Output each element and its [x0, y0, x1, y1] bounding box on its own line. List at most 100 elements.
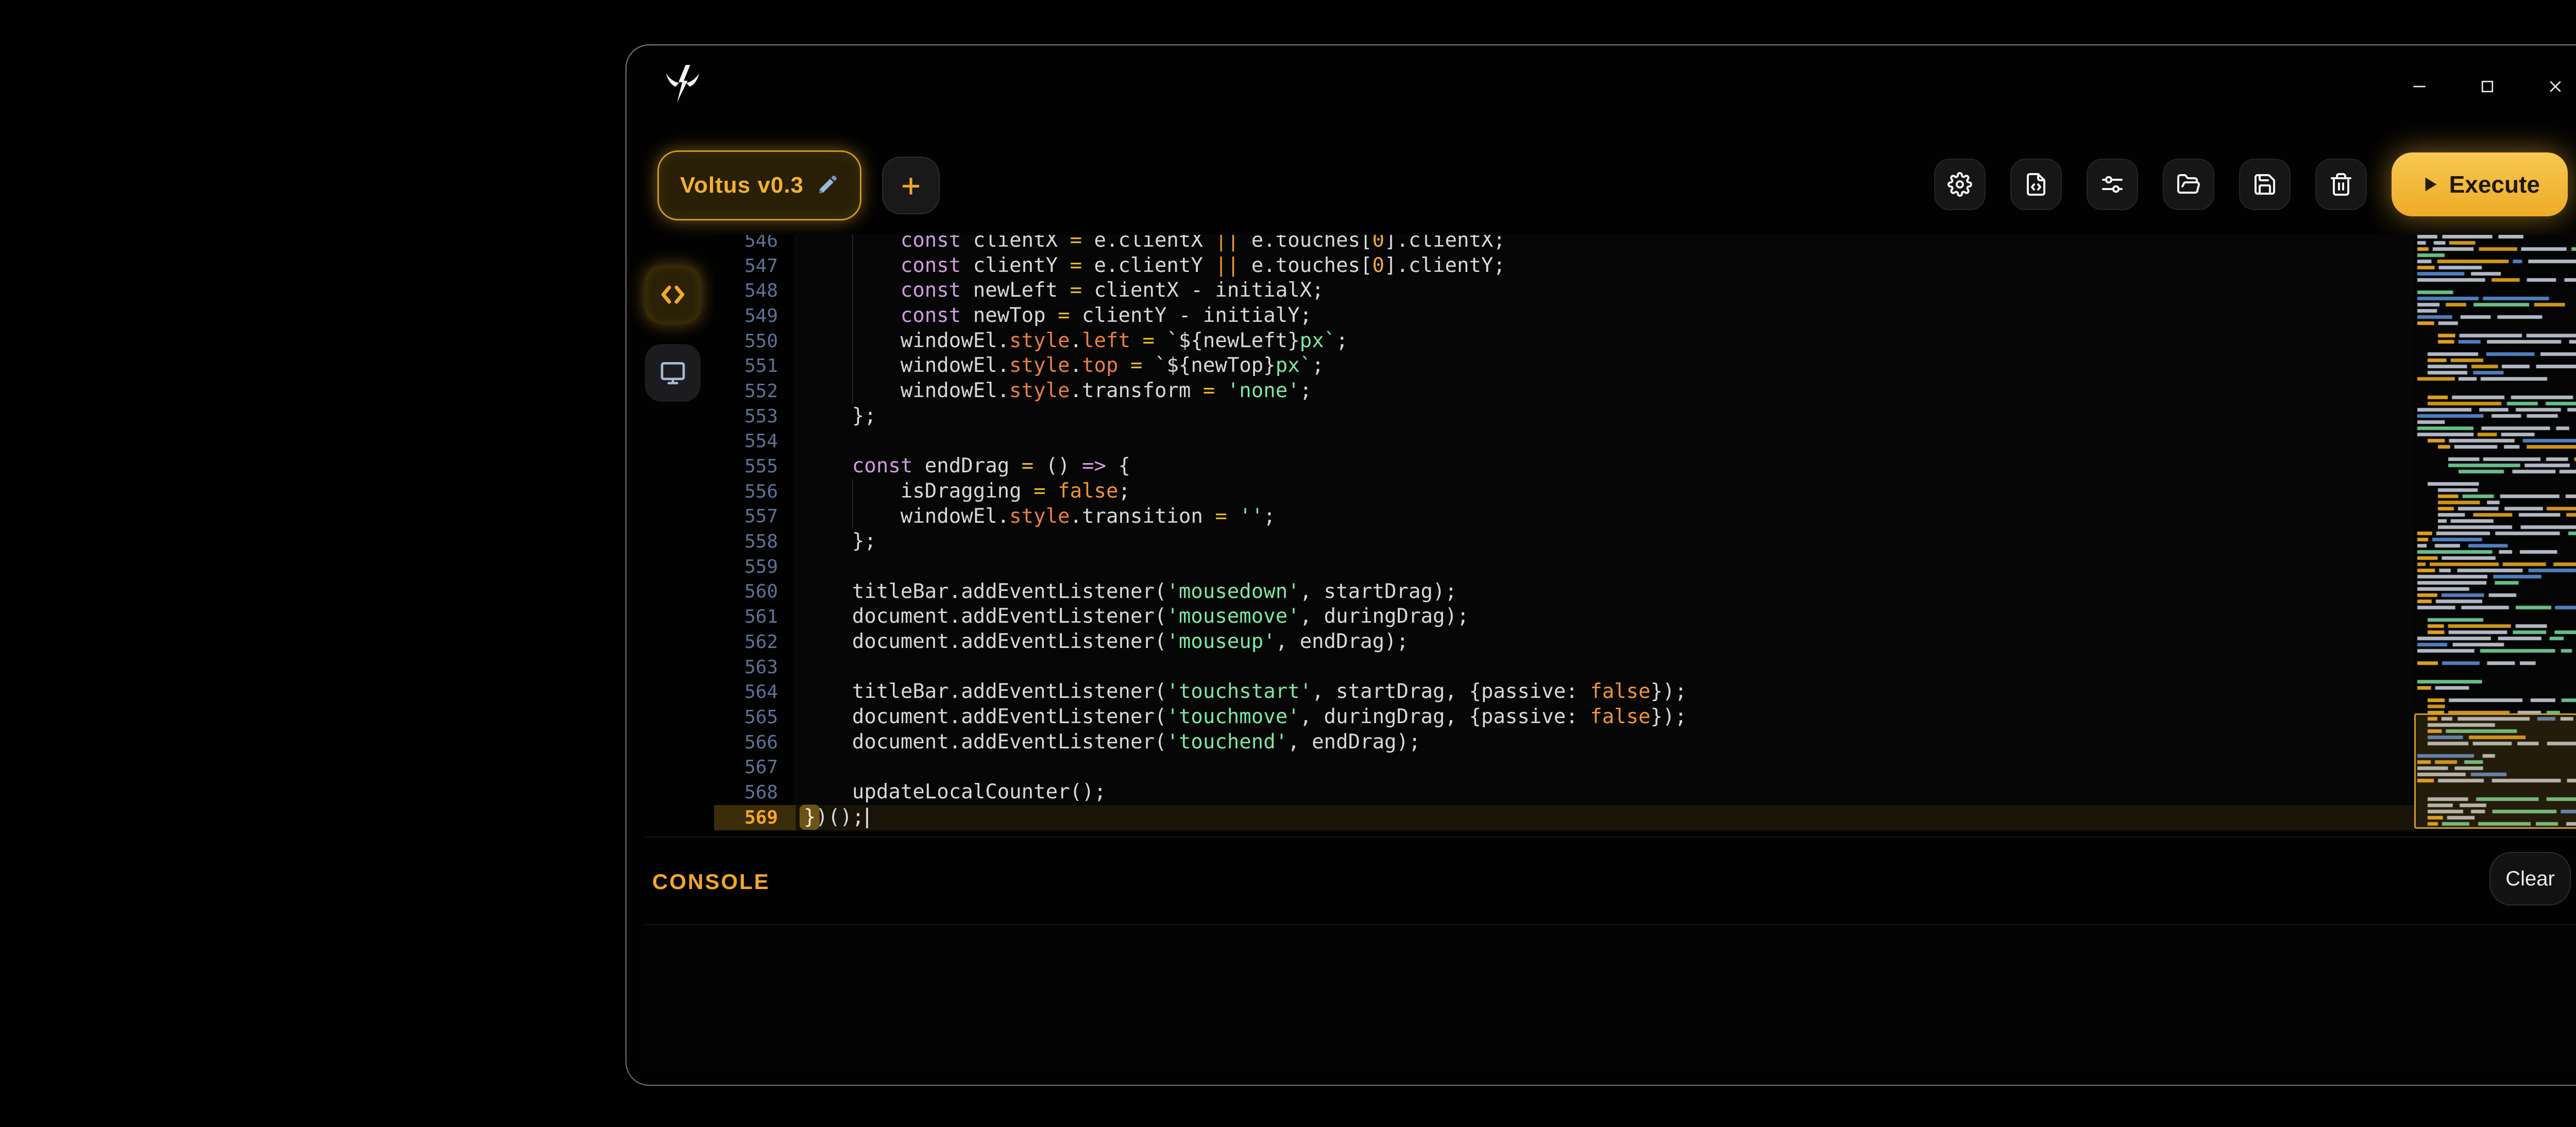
indent-guide: [852, 353, 853, 379]
new-tab-button[interactable]: +: [882, 157, 940, 214]
code-line-text: };: [795, 529, 876, 554]
sidebar-item-preview[interactable]: [645, 344, 701, 402]
line-number: 551: [714, 353, 795, 379]
indent-guide: [852, 379, 853, 404]
toolbar-actions: Execute: [1934, 152, 2568, 216]
code-line-text: document.addEventListener('touchmove', d…: [795, 705, 1687, 730]
tab-label: Voltus v0.3: [680, 173, 804, 198]
line-number: 552: [714, 379, 795, 404]
desktop-background: Voltus v0.3 +: [0, 0, 2576, 1127]
code-line-text: windowEl.style.left = `${newLeft}px`;: [795, 329, 1348, 354]
text-caret: [866, 808, 868, 828]
delete-button[interactable]: [2315, 159, 2367, 210]
minimap[interactable]: [2414, 235, 2576, 832]
code-row: 560 titleBar.addEventListener('mousedown…: [714, 579, 2414, 605]
minimize-icon: [2410, 77, 2429, 96]
code-line-text: })();: [795, 805, 868, 830]
line-number: 566: [714, 730, 795, 755]
toolbar: Voltus v0.3 +: [626, 124, 2576, 235]
indent-guide: [852, 504, 853, 530]
line-number: 569: [714, 805, 795, 830]
app-window: Voltus v0.3 +: [625, 44, 2576, 1086]
code-line-text: const endDrag = () => {: [795, 454, 1130, 479]
settings-icon: [1947, 172, 1972, 197]
code-row: 551 windowEl.style.top = `${newTop}px`;: [714, 353, 2414, 379]
execute-button[interactable]: Execute: [2392, 152, 2568, 216]
code-line-text: document.addEventListener('mouseup', end…: [795, 629, 1409, 655]
titlebar[interactable]: [626, 45, 2576, 124]
code-icon: [658, 280, 687, 309]
code-editor[interactable]: 546 const clientX = e.clientX || e.touch…: [714, 235, 2576, 832]
code-line-text: };: [795, 404, 876, 429]
code-line-text: windowEl.style.transform = 'none';: [795, 379, 1312, 404]
view-sidebar: [645, 266, 701, 402]
code-row: 563: [714, 655, 2414, 680]
code-row: 558 };: [714, 529, 2414, 554]
code-row: 556 isDragging = false;: [714, 479, 2414, 504]
maximize-icon: [2478, 77, 2497, 96]
line-number: 565: [714, 705, 795, 730]
indent-guide: [852, 303, 853, 329]
indent-guide: [852, 329, 853, 354]
code-line-text: const clientX = e.clientX || e.touches[0…: [795, 235, 1505, 253]
open-folder-button[interactable]: [2163, 159, 2214, 210]
code-line-text: windowEl.style.top = `${newTop}px`;: [795, 353, 1324, 379]
execute-label: Execute: [2449, 170, 2540, 198]
line-number: 558: [714, 529, 795, 554]
code-line-text: document.addEventListener('mousemove', d…: [795, 604, 1469, 629]
play-icon: [2419, 174, 2440, 195]
code-row: 568 updateLocalCounter();: [714, 780, 2414, 805]
line-number: 547: [714, 253, 795, 279]
minimize-button[interactable]: [2403, 70, 2436, 103]
line-number: 562: [714, 629, 795, 655]
save-icon: [2252, 172, 2277, 197]
code-line-text: titleBar.addEventListener('mousedown', s…: [795, 579, 1457, 605]
save-button[interactable]: [2239, 159, 2291, 210]
line-number: 564: [714, 679, 795, 705]
minimap-viewport[interactable]: [2414, 713, 2576, 829]
code-row: 567: [714, 755, 2414, 780]
code-row: 552 windowEl.style.transform = 'none';: [714, 379, 2414, 404]
line-number: 556: [714, 479, 795, 504]
line-number: 567: [714, 755, 795, 780]
close-icon: [2546, 77, 2565, 96]
window-controls: [2403, 70, 2572, 103]
console-output: [645, 925, 2576, 1068]
code-row: 565 document.addEventListener('touchmove…: [714, 705, 2414, 730]
code-rows: 546 const clientX = e.clientX || e.touch…: [714, 235, 2414, 830]
sidebar-item-code-view[interactable]: [645, 266, 701, 323]
close-button[interactable]: [2539, 70, 2572, 103]
line-number: 548: [714, 278, 795, 303]
code-line-text: const newTop = clientY - initialY;: [795, 303, 1312, 329]
sliders-button[interactable]: [2087, 159, 2138, 210]
file-code-button[interactable]: [2010, 159, 2062, 210]
settings-button[interactable]: [1934, 159, 1986, 210]
folder-open-icon: [2176, 172, 2201, 197]
indent-guide: [852, 278, 853, 303]
code-line-text: isDragging = false;: [795, 479, 1130, 504]
line-number: 560: [714, 579, 795, 605]
clear-button[interactable]: Clear: [2489, 852, 2571, 906]
sliders-icon: [2100, 172, 2125, 197]
code-line-text: updateLocalCounter();: [795, 780, 1106, 805]
maximize-button[interactable]: [2471, 70, 2504, 103]
code-line-text: windowEl.style.transition = '';: [795, 504, 1276, 530]
code-row: 549 const newTop = clientY - initialY;: [714, 303, 2414, 329]
code-row: 548 const newLeft = clientX - initialX;: [714, 278, 2414, 303]
code-row: 547 const clientY = e.clientY || e.touch…: [714, 253, 2414, 279]
indent-guide: [852, 479, 853, 504]
code-row: 562 document.addEventListener('mouseup',…: [714, 629, 2414, 655]
line-number: 553: [714, 404, 795, 429]
code-line-text: document.addEventListener('touchend', en…: [795, 730, 1421, 755]
code-row: 559: [714, 554, 2414, 579]
indent-guide: [852, 253, 853, 279]
code-line-text: const clientY = e.clientY || e.touches[0…: [795, 253, 1505, 279]
console-panel: CONSOLE Clear: [645, 838, 2576, 1068]
file-code-icon: [2024, 172, 2048, 197]
voltus-logo-icon: [665, 61, 701, 108]
tab-voltus[interactable]: Voltus v0.3: [657, 150, 861, 220]
line-number: 546: [714, 235, 795, 253]
line-number: 568: [714, 780, 795, 805]
code-line-text: titleBar.addEventListener('touchstart', …: [795, 679, 1687, 705]
trash-icon: [2329, 172, 2353, 197]
